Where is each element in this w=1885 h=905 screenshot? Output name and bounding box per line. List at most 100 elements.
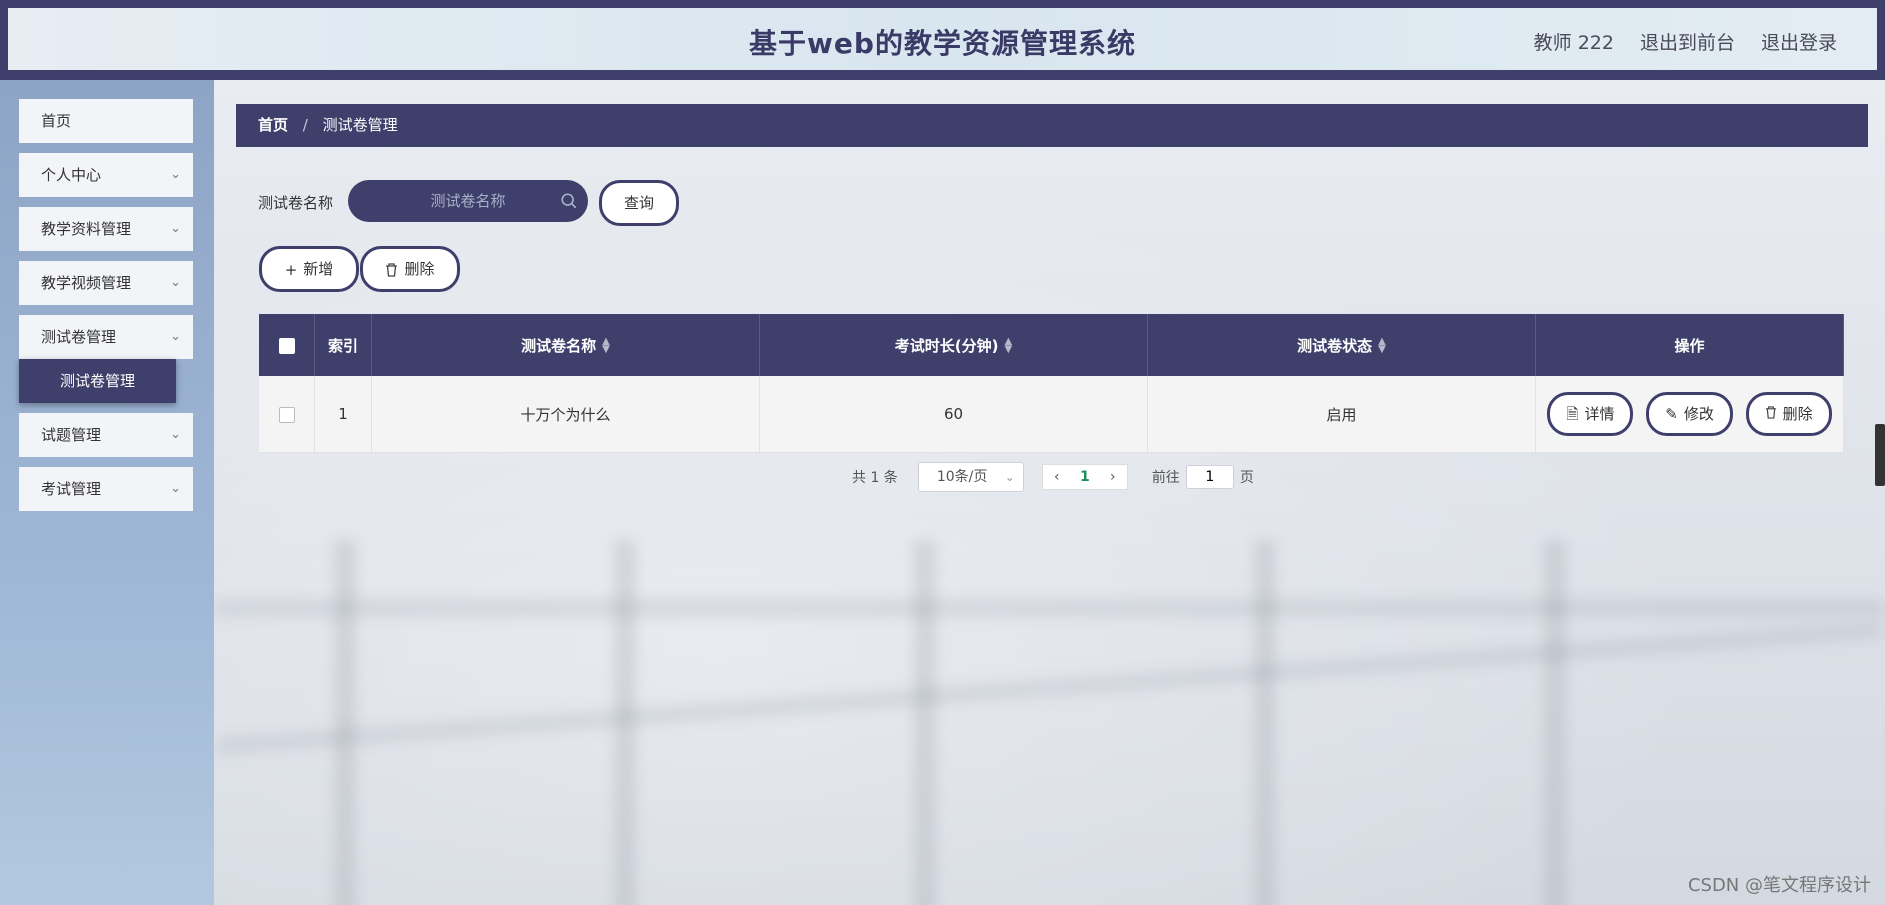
sidebar-item-label: 教学资料管理: [41, 220, 132, 238]
pencil-icon: ✎: [1665, 405, 1678, 423]
sidebar-item-label: 首页: [41, 112, 72, 130]
table-header-row: 索引 测试卷名称 ▲ ▼ 考试时长(分钟) ▲ ▼ 测试卷状态 ▲ ▼ 操作: [259, 314, 1844, 376]
column-header-label: 考试时长(分钟): [894, 336, 999, 355]
row-delete-button[interactable]: 删除: [1745, 392, 1832, 436]
detail-button-label: 详情: [1584, 405, 1615, 423]
page-number[interactable]: 1: [1071, 465, 1099, 489]
pager: ‹ 1 ›: [1041, 464, 1128, 490]
sort-icon[interactable]: ▲ ▼: [1378, 337, 1386, 355]
page-size-value: 10条/页: [936, 469, 988, 485]
logout-link[interactable]: 退出登录: [1761, 28, 1837, 55]
add-button-label: 新增: [303, 260, 334, 278]
chevron-down-icon: ⌄: [170, 329, 181, 344]
column-header-label: 操作: [1674, 336, 1705, 355]
user-label[interactable]: 教师 222: [1534, 28, 1614, 55]
sidebar-item-test-papers[interactable]: 测试卷管理 ⌄: [19, 315, 193, 359]
row-checkbox[interactable]: [278, 406, 295, 423]
breadcrumb-home[interactable]: 首页: [258, 116, 288, 134]
column-header-status[interactable]: 测试卷状态 ▲ ▼: [1147, 314, 1536, 376]
column-header-label: 测试卷名称: [521, 336, 597, 355]
test-paper-table: 索引 测试卷名称 ▲ ▼ 考试时长(分钟) ▲ ▼ 测试卷状态 ▲ ▼ 操作 1…: [259, 314, 1844, 453]
sidebar-item-exams[interactable]: 考试管理 ⌄: [19, 467, 193, 511]
header-links: 教师 222 退出到前台 退出登录: [1534, 28, 1837, 55]
edit-button[interactable]: ✎ 修改: [1646, 392, 1733, 436]
trash-icon: [1765, 406, 1776, 419]
sidebar: 首页 个人中心 ⌄ 教学资料管理 ⌄ 教学视频管理 ⌄ 测试卷管理 ⌄ 测试卷管…: [0, 80, 214, 905]
header-bar: 基于web的教学资源管理系统 教师 222 退出到前台 退出登录: [8, 8, 1877, 70]
query-button-label: 查询: [623, 194, 654, 212]
sort-icon[interactable]: ▲ ▼: [602, 337, 610, 355]
row-select-cell: [259, 376, 315, 453]
cell-ops: 🗎 详情 ✎ 修改 删除: [1535, 376, 1844, 453]
background-decoration: [214, 600, 1885, 616]
column-header-name[interactable]: 测试卷名称 ▲ ▼: [371, 314, 760, 376]
sidebar-item-label: 教学视频管理: [41, 274, 132, 292]
select-all-cell: [259, 314, 315, 376]
chevron-down-icon: ⌄: [170, 221, 181, 236]
total-count: 共 1 条: [852, 470, 898, 486]
select-all-checkbox[interactable]: [278, 337, 295, 354]
main-content: 首页 / 测试卷管理 测试卷名称 查询 +新增 删除 索引 测试: [214, 80, 1885, 905]
column-header-label: 索引: [327, 336, 358, 355]
sidebar-item-label: 试题管理: [41, 426, 102, 444]
page-suffix: 页: [1239, 470, 1254, 486]
sidebar-item-label: 测试卷管理: [59, 372, 135, 390]
background-decoration: [215, 621, 1884, 755]
sidebar-item-label: 考试管理: [41, 480, 102, 498]
chevron-down-icon: ⌄: [1004, 470, 1015, 484]
plus-icon: +: [284, 260, 298, 279]
document-icon: 🗎: [1566, 405, 1579, 423]
cell-index: 1: [314, 376, 372, 453]
pagination: 共 1 条 10条/页 ⌄ ‹ 1 › 前往 页: [852, 462, 1254, 492]
sidebar-item-videos[interactable]: 教学视频管理 ⌄: [19, 261, 193, 305]
sidebar-item-label: 测试卷管理: [41, 328, 117, 346]
prev-page-icon[interactable]: ‹: [1043, 465, 1071, 489]
delete-button-label: 删除: [404, 260, 435, 278]
background-decoration: [1254, 540, 1276, 905]
detail-button[interactable]: 🗎 详情: [1547, 392, 1634, 436]
goto-page: 前往 页: [1152, 465, 1254, 489]
goto-input[interactable]: [1185, 465, 1234, 489]
goto-label: 前往: [1151, 470, 1180, 486]
table-row: 1 十万个为什么 60 启用 🗎 详情 ✎ 修改 删除: [259, 376, 1844, 453]
sidebar-item-label: 个人中心: [41, 166, 102, 184]
back-to-front-link[interactable]: 退出到前台: [1640, 28, 1735, 55]
query-button[interactable]: 查询: [599, 180, 679, 226]
cell-name: 十万个为什么: [371, 376, 760, 453]
top-header: 基于web的教学资源管理系统 教师 222 退出到前台 退出登录: [0, 0, 1885, 80]
column-header-duration[interactable]: 考试时长(分钟) ▲ ▼: [759, 314, 1148, 376]
background-decoration: [914, 540, 936, 905]
sidebar-subitem-test-papers[interactable]: 测试卷管理: [19, 359, 176, 403]
chevron-down-icon: ⌄: [170, 427, 181, 442]
sort-icon[interactable]: ▲ ▼: [1005, 337, 1013, 355]
search-icon[interactable]: [560, 192, 578, 210]
column-header-label: 测试卷状态: [1297, 336, 1373, 355]
sidebar-item-materials[interactable]: 教学资料管理 ⌄: [19, 207, 193, 251]
breadcrumb-current: 测试卷管理: [322, 116, 398, 134]
breadcrumb-separator: /: [302, 116, 308, 134]
column-header-index: 索引: [314, 314, 372, 376]
cell-status: 启用: [1147, 376, 1536, 453]
watermark: CSDN @笔文程序设计: [1687, 875, 1871, 896]
background-decoration: [334, 540, 356, 905]
trash-icon: [386, 262, 398, 277]
sidebar-item-questions[interactable]: 试题管理 ⌄: [19, 413, 193, 457]
sidebar-item-home[interactable]: 首页: [19, 99, 193, 143]
chevron-down-icon: ⌄: [170, 481, 181, 496]
scrollbar-handle[interactable]: [1875, 424, 1885, 486]
page-size-select[interactable]: 10条/页 ⌄: [917, 462, 1024, 492]
background-decoration: [1544, 540, 1566, 905]
background-decoration: [614, 540, 636, 905]
sidebar-item-personal-center[interactable]: 个人中心 ⌄: [19, 153, 193, 197]
delete-button[interactable]: 删除: [360, 246, 460, 292]
search-input[interactable]: [348, 180, 588, 222]
row-delete-button-label: 删除: [1782, 405, 1813, 423]
edit-button-label: 修改: [1683, 405, 1714, 423]
next-page-icon[interactable]: ›: [1099, 465, 1127, 489]
add-button[interactable]: + 新增: [259, 246, 359, 292]
search-label: 测试卷名称: [258, 194, 334, 212]
column-header-ops: 操作: [1535, 314, 1844, 376]
cell-duration: 60: [759, 376, 1148, 453]
breadcrumb: 首页 / 测试卷管理: [236, 104, 1868, 147]
chevron-down-icon: ⌄: [170, 275, 181, 290]
